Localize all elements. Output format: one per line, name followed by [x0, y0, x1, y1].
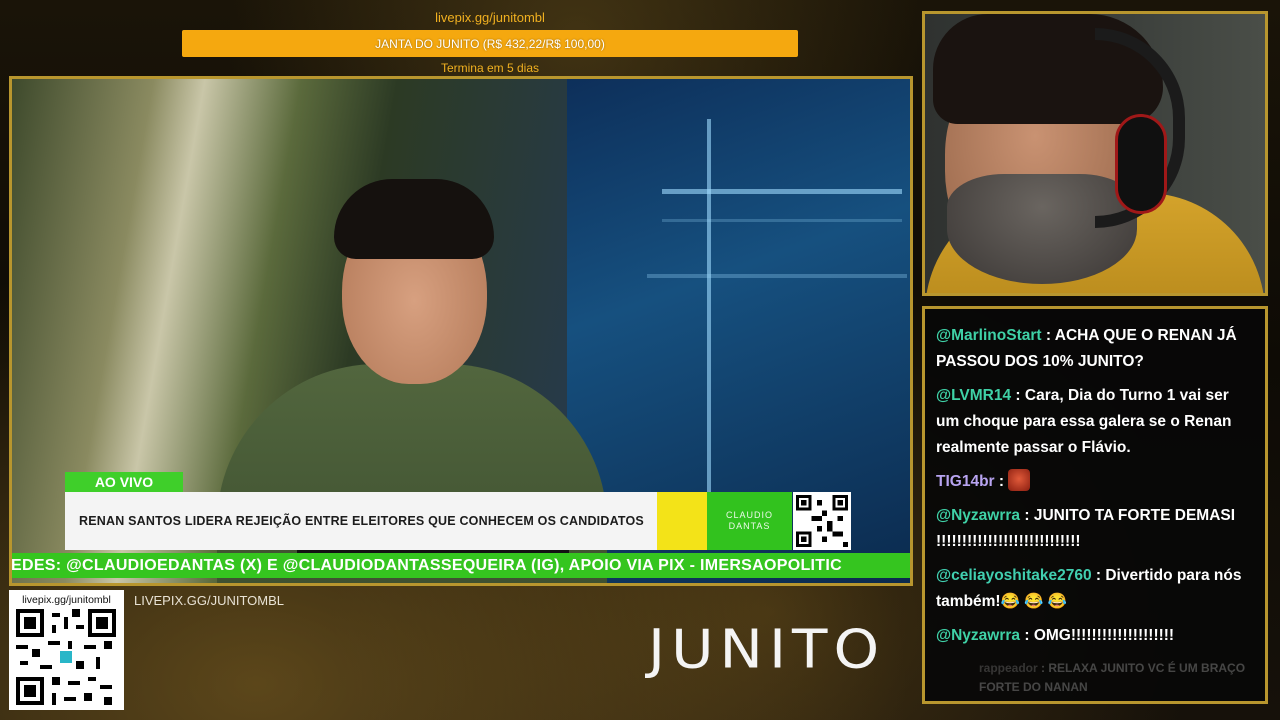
qr-code-icon — [16, 609, 116, 707]
emote-face-icon — [1008, 469, 1031, 491]
donation-progress-bar: JANTA DO JUNITO (R$ 432,22/R$ 100,00) — [182, 30, 798, 57]
presenter-hair — [334, 179, 494, 259]
chat-message: @MarlinoStart : ACHA QUE O RENAN JÁ PASS… — [936, 327, 1237, 370]
chat-message-faded: rappeador : RELAXA JUNITO VC É UM BRAÇO … — [979, 661, 1246, 694]
livepix-qr-box[interactable]: livepix.gg/junitombl — [9, 590, 124, 710]
streamer-webcam[interactable] — [922, 11, 1268, 296]
brand-logo: JUNITO — [648, 618, 886, 681]
chat-username: @LVMR14 — [936, 387, 1012, 404]
chat-panel[interactable]: @MarlinoStart : ACHA QUE O RENAN JÁ PASS… — [922, 306, 1268, 704]
chat-message: @LVMR14 : Cara, Dia do Turno 1 vai ser u… — [936, 387, 1232, 456]
headset-earcup — [1115, 114, 1167, 214]
channel-logo-line2: DANTAS — [728, 521, 771, 531]
chat-username: @MarlinoStart — [936, 327, 1042, 344]
main-video-frame[interactable]: AO VIVO RENAN SANTOS LIDERA REJEIÇÃO ENT… — [9, 76, 913, 586]
chat-message: TIG14br : — [925, 465, 1265, 499]
chat-username: @Nyzawrra — [936, 627, 1021, 644]
chat-message: @Nyzawrra : JUNITO TA FORTE DEMASI !!!!!… — [936, 507, 1236, 550]
news-headline-box: RENAN SANTOS LIDERA REJEIÇÃO ENTRE ELEIT… — [65, 492, 657, 550]
news-ticker: EDES: @CLAUDIOEDANTAS (X) E @CLAUDIODANT… — [12, 553, 910, 578]
live-tag: AO VIVO — [65, 472, 183, 492]
donation-goal-label: JANTA DO JUNITO (R$ 432,22/R$ 100,00) — [375, 36, 605, 51]
donation-url: livepix.gg/junitombl — [435, 10, 545, 25]
chat-username: rappeador — [979, 661, 1038, 675]
channel-logo-line1: CLAUDIO — [725, 510, 773, 520]
news-qr-code-icon — [793, 492, 851, 550]
channel-logo: CLAUDIO DANTAS — [707, 492, 792, 550]
chat-username: TIG14br — [936, 473, 995, 490]
headline-accent-block — [657, 492, 707, 550]
donation-goal-deadline: Termina em 5 dias — [440, 61, 540, 75]
news-headline: RENAN SANTOS LIDERA REJEIÇÃO ENTRE ELEIT… — [79, 514, 644, 528]
chat-text: OMG!!!!!!!!!!!!!!!!!!!! — [1033, 627, 1175, 644]
news-ticker-text: EDES: @CLAUDIOEDANTAS (X) E @CLAUDIODANT… — [12, 556, 842, 574]
chat-message: @celiayoshitake2760 : Divertido para nós… — [936, 567, 1242, 610]
chat-username: @celiayoshitake2760 — [936, 567, 1092, 584]
chat-username: @Nyzawrra — [936, 507, 1021, 524]
qr-label: livepix.gg/junitombl — [22, 594, 111, 606]
livepix-url[interactable]: LIVEPIX.GG/JUNITOMBL — [134, 593, 284, 608]
chat-message: @Nyzawrra : OMG!!!!!!!!!!!!!!!!!!!! — [936, 627, 1175, 644]
